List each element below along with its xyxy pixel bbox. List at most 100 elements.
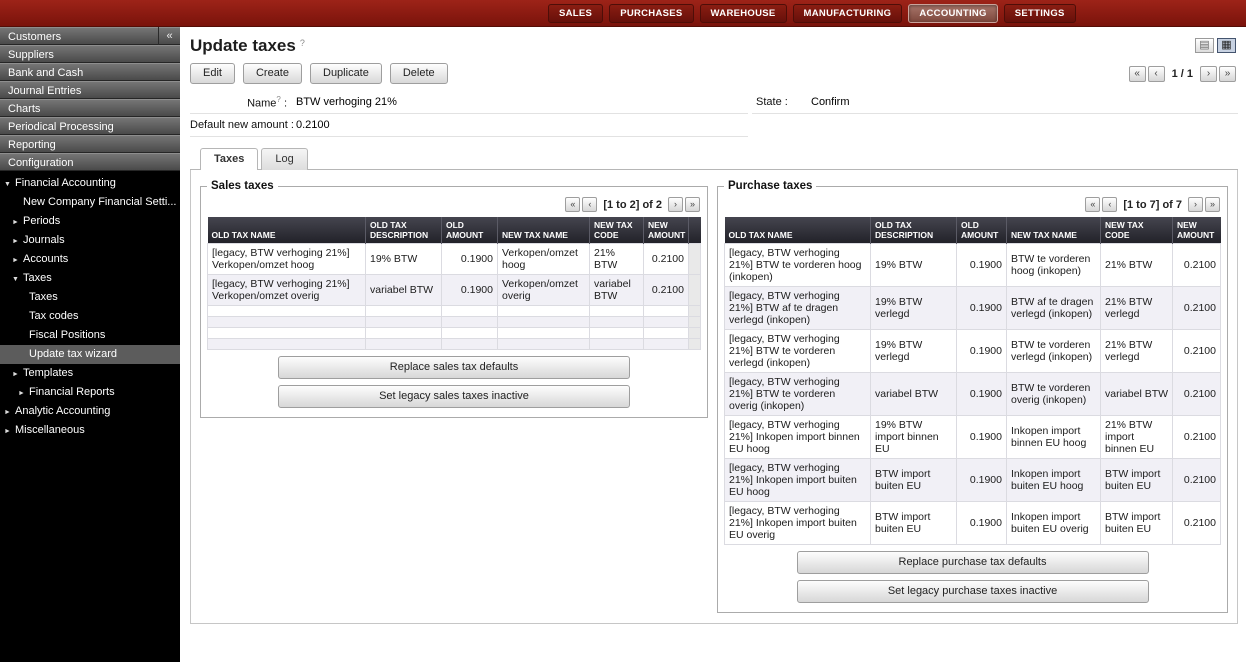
sidebar-item-label: Reporting: [8, 139, 56, 151]
record-pager-prev-icon[interactable]: ‹: [1148, 66, 1165, 82]
cell-new-tax-name: Inkopen import binnen EU hoog: [1007, 416, 1101, 459]
tree-item-financial-accounting[interactable]: ▼Financial Accounting: [0, 174, 180, 193]
sidebar-item-label: Suppliers: [8, 49, 54, 61]
tree-item-new-company-financial-settings[interactable]: New Company Financial Setti...: [0, 193, 180, 212]
tree-item-miscellaneous[interactable]: ►Miscellaneous: [0, 421, 180, 440]
table-scrollbar[interactable]: [689, 244, 701, 275]
tree-item-taxes[interactable]: Taxes: [0, 288, 180, 307]
sidebar-item-label: Customers: [8, 31, 61, 43]
configuration-tree: ▼Financial Accounting New Company Financ…: [0, 171, 180, 662]
tree-item-label: Update tax wizard: [29, 348, 117, 360]
sidebar-item-configuration[interactable]: Configuration: [0, 153, 180, 171]
sales-grid-pager: « ‹ [1 to 2] of 2 › »: [207, 197, 700, 212]
set-legacy-purchase-taxes-inactive-button[interactable]: Set legacy purchase taxes inactive: [797, 580, 1149, 603]
tree-item-journals[interactable]: ►Journals: [0, 231, 180, 250]
table-row[interactable]: [legacy, BTW verhoging 21%] BTW te vorde…: [725, 330, 1221, 373]
replace-purchase-tax-defaults-button[interactable]: Replace purchase tax defaults: [797, 551, 1149, 574]
name-field-value: BTW verhoging 21%: [292, 96, 748, 108]
create-button[interactable]: Create: [243, 63, 302, 84]
tree-item-update-tax-wizard[interactable]: Update tax wizard: [0, 345, 180, 364]
table-row[interactable]: [legacy, BTW verhoging 21%] Inkopen impo…: [725, 459, 1221, 502]
field-help-icon[interactable]: ?: [276, 95, 280, 104]
collapsed-arrow-icon: ►: [18, 384, 29, 402]
table-row[interactable]: [legacy, BTW verhoging 21%] Verkopen/omz…: [208, 244, 701, 275]
cell-old-amount: 0.1900: [957, 502, 1007, 545]
cell-old-tax-description: 19% BTW verlegd: [871, 330, 957, 373]
sidebar-item-label: Charts: [8, 103, 40, 115]
help-icon[interactable]: ?: [300, 38, 305, 48]
table-row[interactable]: [legacy, BTW verhoging 21%] BTW af te dr…: [725, 287, 1221, 330]
cell-new-tax-code: 21% BTW: [590, 244, 644, 275]
cell-new-amount: 0.2100: [1173, 416, 1221, 459]
sales-pager-label: [1 to 2] of 2: [603, 199, 662, 211]
record-pager-next-icon[interactable]: ›: [1200, 66, 1217, 82]
tree-item-fiscal-positions[interactable]: Fiscal Positions: [0, 326, 180, 345]
topnav-warehouse[interactable]: WAREHOUSE: [700, 4, 787, 23]
tree-item-financial-reports[interactable]: ►Financial Reports: [0, 383, 180, 402]
topnav-settings[interactable]: SETTINGS: [1004, 4, 1076, 23]
tab-log[interactable]: Log: [261, 148, 307, 170]
cell-new-tax-name: BTW te vorderen overig (inkopen): [1007, 373, 1101, 416]
topnav-manufacturing[interactable]: MANUFACTURING: [793, 4, 903, 23]
purchase-grid-pager: « ‹ [1 to 7] of 7 › »: [724, 197, 1220, 212]
list-view-icon[interactable]: ▤: [1195, 38, 1214, 53]
table-row[interactable]: [legacy, BTW verhoging 21%] Verkopen/omz…: [208, 275, 701, 306]
tree-item-label: Financial Accounting: [15, 177, 116, 189]
sales-pager-first-icon[interactable]: «: [565, 197, 580, 212]
column-header: NEW TAX CODE: [1101, 217, 1173, 244]
record-pager-last-icon[interactable]: »: [1219, 66, 1236, 82]
cell-old-amount: 0.1900: [957, 330, 1007, 373]
sales-pager-prev-icon[interactable]: ‹: [582, 197, 597, 212]
tree-item-analytic-accounting[interactable]: ►Analytic Accounting: [0, 402, 180, 421]
record-pager: « ‹ 1 / 1 › »: [1129, 66, 1236, 82]
sidebar-item-bank-and-cash[interactable]: Bank and Cash: [0, 63, 180, 81]
sidebar-item-periodical-processing[interactable]: Periodical Processing: [0, 117, 180, 135]
topnav-purchases[interactable]: PURCHASES: [609, 4, 693, 23]
table-scrollbar[interactable]: [689, 275, 701, 306]
tree-item-taxes-group[interactable]: ▼Taxes: [0, 269, 180, 288]
tree-item-templates[interactable]: ►Templates: [0, 364, 180, 383]
tree-item-label: New Company Financial Setti...: [23, 196, 176, 208]
set-legacy-sales-taxes-inactive-button[interactable]: Set legacy sales taxes inactive: [278, 385, 630, 408]
expanded-arrow-icon: ▼: [12, 270, 23, 288]
purchase-pager-last-icon[interactable]: »: [1205, 197, 1220, 212]
tree-item-label: Taxes: [29, 291, 58, 303]
sidebar-item-label: Configuration: [8, 157, 73, 169]
delete-button[interactable]: Delete: [390, 63, 448, 84]
purchase-taxes-group: Purchase taxes « ‹ [1 to 7] of 7 › »: [717, 180, 1228, 613]
tree-item-periods[interactable]: ►Periods: [0, 212, 180, 231]
sidebar-item-charts[interactable]: Charts: [0, 99, 180, 117]
tree-item-tax-codes[interactable]: Tax codes: [0, 307, 180, 326]
duplicate-button[interactable]: Duplicate: [310, 63, 382, 84]
purchase-pager-prev-icon[interactable]: ‹: [1102, 197, 1117, 212]
app-window: SALES PURCHASES WAREHOUSE MANUFACTURING …: [0, 0, 1246, 662]
sidebar-item-customers[interactable]: Customers «: [0, 27, 180, 45]
replace-sales-tax-defaults-button[interactable]: Replace sales tax defaults: [278, 356, 630, 379]
topnav-sales[interactable]: SALES: [548, 4, 603, 23]
collapse-sidebar-icon[interactable]: «: [158, 27, 180, 47]
sidebar-item-reporting[interactable]: Reporting: [0, 135, 180, 153]
table-row[interactable]: [legacy, BTW verhoging 21%] Inkopen impo…: [725, 416, 1221, 459]
column-header: NEW AMOUNT: [644, 217, 689, 244]
form-view-icon[interactable]: ▦: [1217, 38, 1236, 53]
sales-pager-next-icon[interactable]: ›: [668, 197, 683, 212]
topnav-accounting[interactable]: ACCOUNTING: [908, 4, 997, 23]
column-header: OLD AMOUNT: [957, 217, 1007, 244]
sales-pager-last-icon[interactable]: »: [685, 197, 700, 212]
table-row[interactable]: [legacy, BTW verhoging 21%] BTW te vorde…: [725, 244, 1221, 287]
purchase-pager-next-icon[interactable]: ›: [1188, 197, 1203, 212]
tree-item-label: Miscellaneous: [15, 424, 85, 436]
cell-old-tax-name: [legacy, BTW verhoging 21%] BTW te vorde…: [725, 244, 871, 287]
sidebar-item-journal-entries[interactable]: Journal Entries: [0, 81, 180, 99]
table-row[interactable]: [legacy, BTW verhoging 21%] Inkopen impo…: [725, 502, 1221, 545]
sidebar-item-suppliers[interactable]: Suppliers: [0, 45, 180, 63]
tree-item-label: Accounts: [23, 253, 68, 265]
edit-button[interactable]: Edit: [190, 63, 235, 84]
tree-item-accounts[interactable]: ►Accounts: [0, 250, 180, 269]
scrollbar-header: [689, 217, 701, 244]
record-pager-first-icon[interactable]: «: [1129, 66, 1146, 82]
table-row[interactable]: [legacy, BTW verhoging 21%] BTW te vorde…: [725, 373, 1221, 416]
cell-old-tax-description: 19% BTW: [871, 244, 957, 287]
tab-taxes[interactable]: Taxes: [200, 148, 258, 170]
purchase-pager-first-icon[interactable]: «: [1085, 197, 1100, 212]
